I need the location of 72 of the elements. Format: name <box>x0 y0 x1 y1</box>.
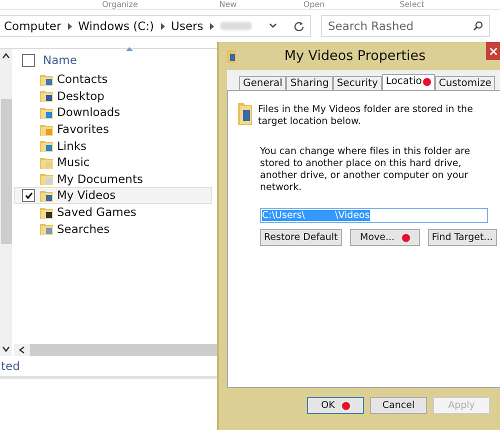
file-row[interactable]: Favorites <box>14 120 212 138</box>
file-name: My Documents <box>57 172 143 186</box>
close-button[interactable] <box>486 42 500 60</box>
description-text: Files in the My Videos folder are stored in the target location below. <box>258 104 474 128</box>
address-bar[interactable]: Computer Windows (C:) Users <box>0 15 311 37</box>
window-title: My Videos Properties <box>283 48 427 64</box>
folder-icon <box>40 139 54 152</box>
folder-icon <box>40 188 54 202</box>
scroll-left-icon <box>19 346 25 354</box>
file-row[interactable]: Music <box>14 154 212 171</box>
folder-icon <box>227 49 236 63</box>
folder-icon <box>238 101 252 125</box>
chevron-icon <box>160 22 166 30</box>
tab[interactable]: Customize <box>434 76 496 90</box>
button[interactable]: Restore Default <box>260 229 342 246</box>
checkmark-icon <box>24 192 32 199</box>
folder-icon <box>40 222 54 236</box>
checkbox[interactable] <box>22 188 35 202</box>
folder-icon <box>40 72 54 86</box>
tab[interactable]: Security <box>332 76 382 90</box>
ribbon-group-label: New <box>218 0 238 9</box>
tab[interactable]: Locatio <box>382 74 435 90</box>
select-all-checkbox[interactable] <box>22 54 35 66</box>
description-text: You can change where files in this folder are stored to another place on this hard drive, another drive, or another computer on your network. <box>260 146 472 194</box>
tab[interactable]: Sharing <box>286 76 333 90</box>
button[interactable]: OK <box>307 397 364 414</box>
tab[interactable]: General <box>239 76 286 90</box>
chevron-icon <box>67 22 72 30</box>
close-icon <box>490 48 496 54</box>
file-name: Music <box>57 155 90 170</box>
breadcrumb[interactable]: Windows (C:) <box>78 19 154 33</box>
column-header[interactable]: Name <box>43 53 77 67</box>
status-text: ted <box>1 359 20 373</box>
file-name: Downloads <box>57 105 120 120</box>
ribbon-group-label: Open <box>302 0 326 9</box>
file-name: Contacts <box>57 72 108 86</box>
scroll-down-icon <box>2 346 10 352</box>
file-row[interactable]: Saved Games <box>14 204 212 220</box>
button[interactable]: Move... <box>350 229 420 246</box>
file-row[interactable]: Downloads <box>14 104 212 121</box>
folder-icon <box>40 89 54 102</box>
file-name: Links <box>57 138 87 153</box>
file-row[interactable]: Links <box>14 137 212 154</box>
file-name: Saved Games <box>57 205 136 220</box>
dropdown-icon <box>269 23 277 29</box>
blurred-crumb <box>220 22 252 30</box>
search-icon <box>473 21 483 31</box>
ribbon-group-label: Organize <box>101 0 139 9</box>
search-field[interactable]: Search Rashed <box>321 15 490 37</box>
file-row[interactable]: Contacts <box>14 71 212 88</box>
button[interactable]: Cancel <box>370 397 427 414</box>
breadcrumb[interactable]: Users <box>171 19 204 33</box>
file-row[interactable]: Searches <box>14 220 212 237</box>
button[interactable]: Find Target... <box>428 229 497 246</box>
file-row[interactable]: My Documents <box>14 170 212 188</box>
folder-icon <box>40 156 54 169</box>
breadcrumb[interactable]: Computer <box>4 19 62 33</box>
chevron-icon <box>209 22 214 30</box>
scroll-up-icon <box>2 53 10 59</box>
file-name: My Videos <box>57 188 116 202</box>
sort-arrow-icon <box>126 47 133 51</box>
folder-icon <box>40 172 54 186</box>
file-row[interactable]: My Videos <box>14 187 212 204</box>
ribbon-group-label: Select <box>398 0 426 9</box>
folder-icon <box>40 122 54 136</box>
folder-icon <box>40 106 54 119</box>
scrollbar-thumb[interactable] <box>0 99 12 244</box>
file-row[interactable]: Desktop <box>14 88 212 104</box>
folder-icon <box>40 206 54 219</box>
file-name: Favorites <box>57 122 109 136</box>
file-name: Desktop <box>57 88 104 103</box>
file-name: Searches <box>57 222 110 236</box>
